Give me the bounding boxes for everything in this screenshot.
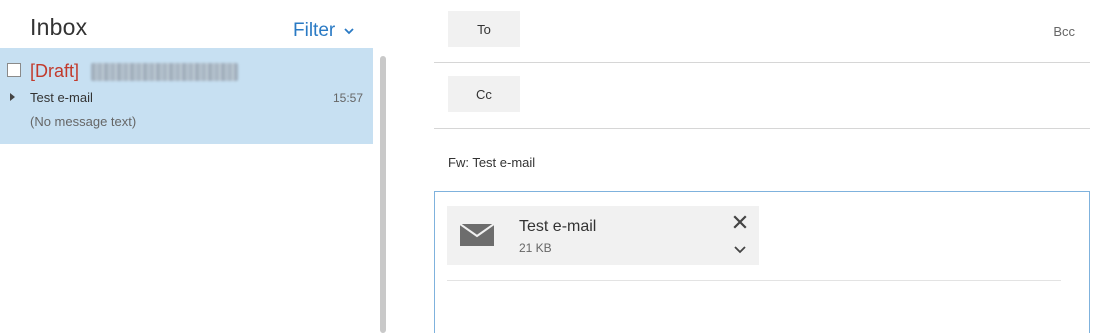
cc-button[interactable]: Cc [448,76,520,112]
message-list-item[interactable]: [Draft] Test e-mail 15:57 (No message te… [0,48,373,144]
expand-thread-icon[interactable] [10,93,15,101]
divider [434,62,1090,63]
envelope-icon [460,224,494,246]
message-list-pane: Inbox Filter [Draft] Test e-mail 15:57 (… [0,0,392,333]
bcc-link[interactable]: Bcc [1053,24,1075,39]
attachment-size: 21 KB [519,241,552,255]
filter-label: Filter [293,20,336,41]
to-button[interactable]: To [448,11,520,47]
message-preview: (No message text) [30,114,137,129]
chevron-down-icon[interactable] [733,243,747,257]
close-icon[interactable] [732,214,748,230]
filter-button[interactable]: Filter [293,20,355,42]
message-checkbox[interactable] [7,63,21,77]
attachment-name: Test e-mail [519,218,597,235]
message-time: 15:57 [332,91,363,105]
subject-field[interactable]: Fw: Test e-mail [448,155,535,170]
message-subject: Test e-mail [30,90,93,105]
sender-name-redacted [91,63,238,81]
draft-tag: [Draft] [30,61,80,81]
list-scrollbar[interactable] [380,56,386,333]
compose-pane: To Bcc Cc Fw: Test e-mail Test e-mail 21… [395,0,1110,333]
mail-app: Inbox Filter [Draft] Test e-mail 15:57 (… [0,0,1110,333]
folder-title: Inbox [30,14,88,40]
divider [434,128,1090,129]
attachment-card[interactable]: Test e-mail 21 KB [447,206,759,265]
chevron-down-icon [344,28,354,35]
divider [447,280,1061,281]
message-body-editor[interactable]: Test e-mail 21 KB [434,191,1090,333]
